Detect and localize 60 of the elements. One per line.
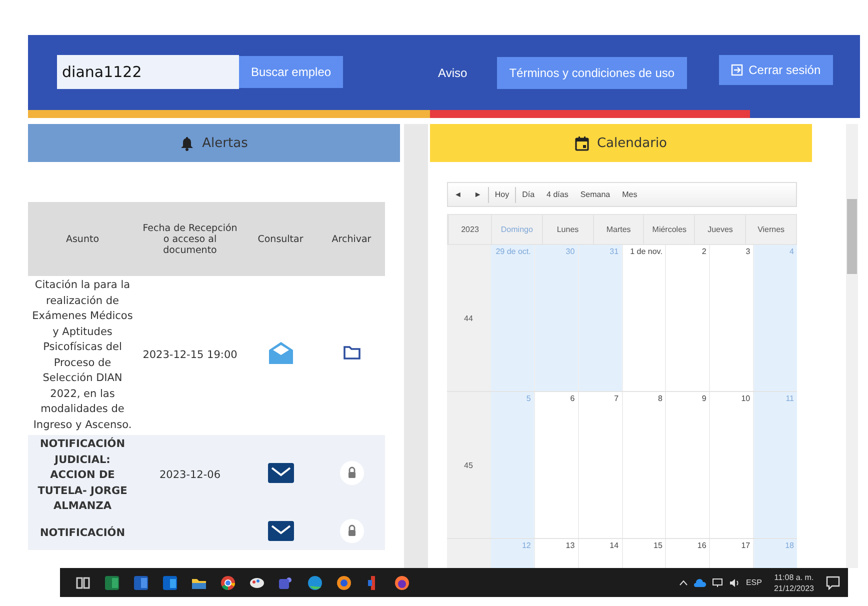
weekday-label: Domingo xyxy=(491,215,542,244)
envelope-icon[interactable] xyxy=(268,463,294,483)
day-cell[interactable]: 16 xyxy=(665,539,710,568)
weekday-label: Jueves xyxy=(694,215,746,244)
search-field[interactable]: diana1122 xyxy=(57,54,239,88)
view-button[interactable]: Semana xyxy=(574,190,616,199)
column-header: Fecha de Recepción o acceso al documento xyxy=(137,202,243,276)
column-header: Archivar xyxy=(318,202,385,276)
envelope-icon[interactable] xyxy=(268,520,294,540)
day-cell[interactable]: 15 xyxy=(622,539,666,568)
view-button[interactable]: 4 días xyxy=(540,190,574,199)
app-icon[interactable] xyxy=(103,574,121,592)
weekday-label: Viernes xyxy=(745,215,796,244)
day-cell[interactable]: 1 de nov. xyxy=(622,245,666,391)
chevron-up-icon[interactable] xyxy=(678,580,688,586)
date-cell: 2023-12-06 xyxy=(159,469,221,481)
speaker-icon[interactable] xyxy=(728,578,740,588)
week-number-cell: 45 xyxy=(447,392,490,538)
column-header: Asunto xyxy=(28,202,137,276)
weekday-label: Lunes xyxy=(542,215,593,244)
app-icon[interactable] xyxy=(161,574,179,592)
clock-date[interactable]: 21/12/2023 xyxy=(774,584,814,592)
calendar-icon xyxy=(574,136,589,150)
clock-time[interactable]: 11:08 a. m. xyxy=(774,572,814,582)
week-number-cell: 44 xyxy=(447,245,490,391)
subject-cell: Citación la para la realización de Exámenes Médicos y Aptitudes Psicofísicas del Proceso de Selección DIAN 2022, en las modalidades de Ingreso y Ascenso. xyxy=(28,276,137,435)
scrollbar[interactable] xyxy=(846,124,858,568)
monitor-icon[interactable] xyxy=(712,578,723,588)
language-indicator[interactable]: ESP xyxy=(746,578,762,587)
open-envelope-icon[interactable] xyxy=(268,340,294,365)
column-header: Consultar xyxy=(243,202,318,276)
view-button[interactable]: Día xyxy=(516,190,541,199)
week-number-cell xyxy=(447,539,490,568)
day-cell[interactable]: 9 xyxy=(665,392,710,538)
folder-icon[interactable] xyxy=(342,345,360,360)
cloud-icon[interactable] xyxy=(694,578,706,586)
nav-button[interactable]: ► xyxy=(468,190,488,199)
date-cell: 2023-12-15 19:00 xyxy=(142,348,238,361)
weekday-label: Martes xyxy=(592,215,644,244)
logout-icon xyxy=(730,64,743,76)
day-cell[interactable]: 8 xyxy=(622,392,666,538)
calendar-title: Calendario xyxy=(596,136,668,150)
lock-icon[interactable] xyxy=(340,518,364,542)
year-label: 2023 xyxy=(448,215,491,244)
app-icon[interactable] xyxy=(219,574,237,592)
bell-icon xyxy=(180,136,194,150)
app-icon[interactable] xyxy=(306,574,324,592)
lock-icon[interactable] xyxy=(340,461,364,485)
app-icon[interactable] xyxy=(335,574,353,592)
app-icon[interactable] xyxy=(393,574,411,592)
nav-button[interactable]: ◄ xyxy=(448,190,468,199)
notification-icon[interactable] xyxy=(826,576,840,590)
today-button[interactable]: Hoy xyxy=(488,190,516,199)
subject-cell: NOTIFICACIÓN xyxy=(28,516,137,550)
notice-link[interactable]: Aviso xyxy=(438,66,468,80)
subject-cell: NOTIFICACIÓN JUDICIAL: ACCION DE TUTELA- JORGE ALMANZA xyxy=(28,435,137,516)
view-button[interactable]: Mes xyxy=(616,190,644,199)
day-cell[interactable]: 2 xyxy=(665,245,710,391)
weekday-label: Miércoles xyxy=(643,215,694,244)
alerts-title: Alertas xyxy=(202,136,248,150)
